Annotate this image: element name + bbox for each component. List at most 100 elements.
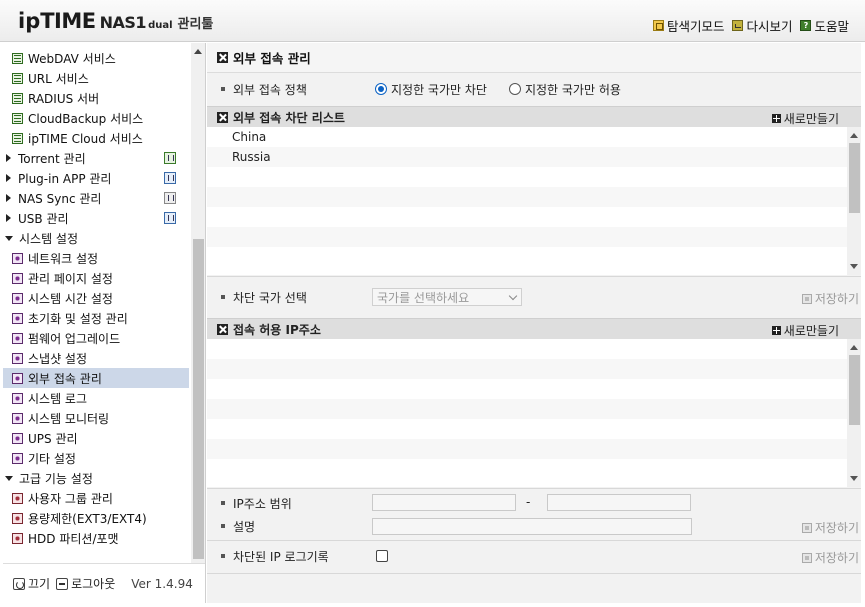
sidebar-item-admin-page[interactable]: 관리 페이지 설정 [3,268,189,288]
sidebar-item-system-time[interactable]: 시스템 시간 설정 [3,288,189,308]
list-item-empty [207,339,847,359]
list-item[interactable]: China [207,127,847,147]
main-panel: 외부 접속 관리 외부 접속 정책 지정한 국가만 차단 지정한 국가만 허용 … [207,43,861,603]
sidebar-item-label: 네트워크 설정 [28,251,99,266]
sidebar-item-cloudbackup[interactable]: CloudBackup 서비스 [3,108,189,128]
help-label: 도움말 [814,19,849,34]
country-select-row: 차단 국가 선택 [207,287,861,307]
sidebar-item-hdd-partition[interactable]: HDD 파티션/포맷 [3,528,189,548]
logo-manager: 관리툴 [177,17,214,32]
settings-icon [12,432,23,444]
sidebar-item-snapshot[interactable]: 스냅샷 설정 [3,348,189,368]
sidebar-scrollbar[interactable] [191,43,205,563]
logo-nas: NAS1 [99,13,147,32]
settings-icon [12,332,23,344]
sidebar-item-remote-access[interactable]: 외부 접속 관리 [3,368,189,388]
sidebar-item-label: UPS 관리 [28,431,78,446]
sidebar-item-firmware[interactable]: 펌웨어 업그레이드 [3,328,189,348]
log-save-button[interactable]: 저장하기 [801,549,859,566]
service-icon [12,92,23,104]
sidebar-item-url[interactable]: URL 서비스 [3,68,189,88]
sidebar-item-label: 외부 접속 관리 [28,371,102,386]
scroll-up-icon[interactable] [850,133,858,138]
block-list-new-button[interactable]: 새로만들기 [771,110,839,127]
list-item[interactable]: Russia [207,147,847,167]
sidebar-item-webdav[interactable]: WebDAV 서비스 [3,48,189,68]
sidebar-group-label: Plug-in APP 관리 [18,171,112,186]
sidebar-group-advanced[interactable]: 고급 기능 설정 [3,468,189,488]
sidebar-item-network[interactable]: 네트워크 설정 [3,248,189,268]
scrollbar-thumb[interactable] [193,239,204,559]
sidebar-item-label: 용량제한(EXT3/EXT4) [28,511,147,526]
collapse-arrow-icon [5,475,13,481]
block-list-header: 외부 접속 차단 리스트 새로만들기 [207,106,861,127]
logo-dual: dual [148,20,173,31]
list-item-empty [207,459,847,479]
ip-range-separator: - [526,495,531,509]
scrollbar-thumb[interactable] [849,355,860,425]
allow-ip-scrollbar[interactable] [847,339,861,487]
collapse-arrow-icon [5,235,13,241]
sidebar-item-misc[interactable]: 기타 설정 [3,448,189,468]
block-list-scrollbar[interactable] [847,127,861,275]
sidebar-group-label: Torrent 관리 [18,151,86,166]
ip-save-button[interactable]: 저장하기 [801,519,859,536]
bullet-icon [221,87,225,91]
allow-ip-new-button[interactable]: 새로만들기 [771,322,839,339]
sidebar-group-label: NAS Sync 관리 [18,191,102,206]
advanced-icon [12,512,23,524]
sidebar-item-reset[interactable]: 초기화 및 설정 관리 [3,308,189,328]
scroll-up-icon[interactable] [194,49,202,54]
save-icon [801,293,812,304]
sidebar-group-system[interactable]: 시스템 설정 [3,228,189,248]
logo: ip TIME NAS1 dual 관리툴 [18,9,213,35]
radio-allow-countries[interactable] [508,83,521,95]
scroll-down-icon[interactable] [850,476,858,481]
sidebar-group-nas-sync[interactable]: NAS Sync 관리 [3,188,189,208]
sidebar-group-torrent[interactable]: Torrent 관리 [3,148,189,168]
sidebar-item-quota[interactable]: 용량제한(EXT3/EXT4) [3,508,189,528]
refresh-link[interactable]: 다시보기 [732,16,792,35]
sidebar-group-usb[interactable]: USB 관리 [3,208,189,228]
list-item-empty [207,439,847,459]
list-item-empty [207,399,847,419]
ip-range-end-input[interactable] [547,494,691,511]
settings-icon [12,252,23,264]
country-save-button[interactable]: 저장하기 [801,290,859,307]
scrollbar-thumb[interactable] [849,143,860,213]
sidebar-item-iptime-cloud[interactable]: ipTIME Cloud 서비스 [3,128,189,148]
sidebar-item-label: HDD 파티션/포맷 [28,531,119,546]
sidebar-item-label: 기타 설정 [28,451,76,466]
ip-range-start-input[interactable] [372,494,516,511]
explorer-mode-link[interactable]: 탐색기모드 [652,16,724,35]
sidebar-item-label: URL 서비스 [28,71,89,86]
power-off-button[interactable]: 끄기 [13,575,50,592]
advanced-icon [12,532,23,544]
sidebar-item-label: 관리 페이지 설정 [28,271,113,286]
blocked-log-checkbox[interactable] [376,550,388,562]
new-label: 새로만들기 [783,112,839,126]
sidebar-item-label: 시스템 로그 [28,391,88,406]
sidebar-item-radius[interactable]: RADIUS 서버 [3,88,189,108]
sidebar-item-ups[interactable]: UPS 관리 [3,428,189,448]
country-select-value: 국가를 선택하세요 [377,290,470,305]
settings-icon [12,372,23,384]
sidebar-item-system-monitor[interactable]: 시스템 모니터링 [3,408,189,428]
service-icon [12,72,23,84]
scroll-down-icon[interactable] [850,264,858,269]
radio-block-countries[interactable] [375,83,387,95]
bullet-icon [221,501,225,505]
sidebar-item-user-group[interactable]: 사용자 그룹 관리 [3,488,189,508]
sidebar-footer: 끄기 로그아웃 Ver 1.4.94 [3,563,205,603]
help-link[interactable]: ? 도움말 [800,16,849,35]
sidebar-item-system-log[interactable]: 시스템 로그 [3,388,189,408]
country-select[interactable]: 국가를 선택하세요 [372,288,522,306]
logout-button[interactable]: 로그아웃 [56,575,115,592]
refresh-label: 다시보기 [746,19,793,34]
sidebar-group-plugin[interactable]: Plug-in APP 관리 [3,168,189,188]
page-title: 외부 접속 관리 [233,51,311,66]
save-label: 저장하기 [814,292,859,306]
scroll-up-icon[interactable] [850,345,858,350]
description-input[interactable] [372,518,692,535]
power-off-label: 끄기 [28,577,51,591]
